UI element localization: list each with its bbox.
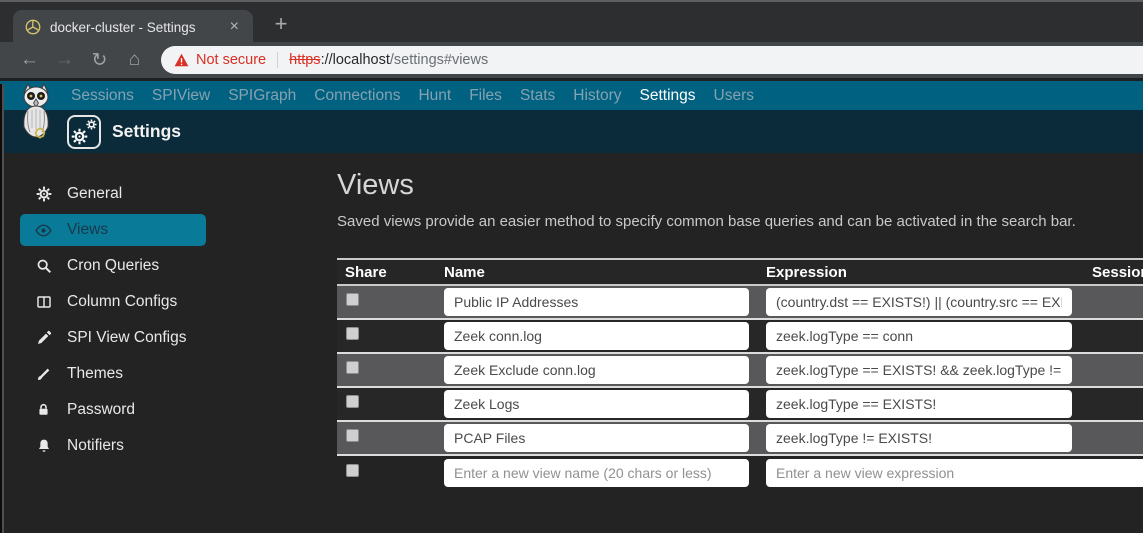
home-icon[interactable]: ⌂ bbox=[117, 49, 152, 71]
page-description: Saved views provide an easier method to … bbox=[337, 213, 1076, 230]
sidebar-label: Themes bbox=[67, 365, 123, 382]
nav-files[interactable]: Files bbox=[460, 87, 511, 105]
view-name-input[interactable] bbox=[444, 424, 749, 452]
warning-triangle-icon bbox=[174, 53, 189, 67]
sidebar-label: Password bbox=[67, 401, 136, 418]
not-secure-label: Not secure bbox=[196, 52, 267, 68]
view-expression-input[interactable] bbox=[766, 424, 1072, 452]
nav-settings[interactable]: Settings bbox=[631, 87, 705, 105]
sidebar-item-column-configs[interactable]: Column Configs bbox=[20, 286, 206, 318]
settings-gears-icon bbox=[67, 114, 101, 149]
tab-close-icon[interactable]: × bbox=[228, 18, 241, 36]
views-panel: Views Saved views provide an easier meth… bbox=[337, 156, 1143, 490]
lock-icon bbox=[35, 402, 52, 419]
window-border bbox=[0, 84, 4, 533]
tab-title: docker-cluster - Settings bbox=[50, 19, 196, 35]
sidebar-label: General bbox=[67, 185, 123, 202]
table-row bbox=[337, 320, 1143, 354]
eyedropper-icon bbox=[35, 330, 52, 347]
share-checkbox[interactable] bbox=[346, 464, 359, 477]
new-view-name-input[interactable] bbox=[444, 459, 749, 487]
share-checkbox[interactable] bbox=[346, 395, 359, 408]
col-sessions: Sessions bbox=[1092, 263, 1143, 281]
sidebar-item-spi-view-configs[interactable]: SPI View Configs bbox=[20, 322, 206, 354]
app-navbar: Sessions SPIView SPIGraph Connections Hu… bbox=[0, 81, 1143, 110]
view-name-input[interactable] bbox=[444, 390, 749, 418]
subheader-title: Settings bbox=[112, 121, 182, 141]
address-bar[interactable]: Not secure https://localhost/settings#vi… bbox=[161, 46, 1143, 74]
sidebar-label: Notifiers bbox=[67, 437, 124, 454]
url-scheme: https bbox=[289, 52, 321, 68]
sidebar-item-password[interactable]: Password bbox=[20, 394, 206, 426]
nav-users[interactable]: Users bbox=[705, 87, 763, 105]
view-name-input[interactable] bbox=[444, 288, 749, 316]
views-table-header: Share Name Expression Sessions bbox=[337, 258, 1143, 286]
share-checkbox[interactable] bbox=[346, 361, 359, 374]
url-host: ://localhost bbox=[320, 52, 390, 68]
eye-icon bbox=[35, 222, 52, 239]
col-share: Share bbox=[345, 263, 387, 281]
views-table: Share Name Expression Sessions bbox=[337, 258, 1143, 490]
sidebar-item-notifiers[interactable]: Notifiers bbox=[20, 430, 206, 462]
col-name: Name bbox=[444, 263, 485, 281]
nav-history[interactable]: History bbox=[564, 87, 630, 105]
back-icon[interactable]: ← bbox=[12, 49, 47, 71]
table-row bbox=[337, 286, 1143, 320]
sidebar-label: SPI View Configs bbox=[67, 329, 187, 346]
columns-icon bbox=[35, 294, 52, 311]
nav-spigraph[interactable]: SPIGraph bbox=[219, 87, 305, 105]
arkime-owl-logo[interactable] bbox=[15, 82, 57, 145]
view-expression-input[interactable] bbox=[766, 390, 1072, 418]
table-row bbox=[337, 354, 1143, 388]
sidebar-label: Column Configs bbox=[67, 293, 178, 310]
view-name-input[interactable] bbox=[444, 356, 749, 384]
new-view-expression-input[interactable] bbox=[766, 459, 1143, 487]
nav-sessions[interactable]: Sessions bbox=[62, 87, 143, 105]
bell-icon bbox=[35, 438, 52, 455]
forward-icon[interactable]: → bbox=[47, 49, 82, 71]
sidebar-item-cron-queries[interactable]: Cron Queries bbox=[20, 250, 206, 282]
sidebar-label: Views bbox=[67, 221, 109, 238]
browser-tab[interactable]: docker-cluster - Settings × bbox=[13, 10, 253, 44]
nav-hunt[interactable]: Hunt bbox=[409, 87, 460, 105]
nav-connections[interactable]: Connections bbox=[305, 87, 409, 105]
search-icon bbox=[35, 258, 52, 275]
share-checkbox[interactable] bbox=[346, 327, 359, 340]
page-subheader: Settings bbox=[0, 110, 1143, 153]
nav-spiview[interactable]: SPIView bbox=[143, 87, 219, 105]
sidebar-label: Cron Queries bbox=[67, 257, 160, 274]
col-expression: Expression bbox=[766, 263, 847, 281]
gear-icon bbox=[35, 186, 52, 203]
omnibox-divider bbox=[277, 52, 279, 68]
view-expression-input[interactable] bbox=[766, 356, 1072, 384]
brush-icon bbox=[35, 366, 52, 383]
new-tab-button[interactable]: + bbox=[266, 10, 296, 38]
settings-sidebar: General Views Cron Queries Column Config… bbox=[0, 156, 310, 466]
share-checkbox[interactable] bbox=[346, 429, 359, 442]
browser-toolbar: ← → ↻ ⌂ Not secure https://localhost/set… bbox=[0, 42, 1143, 81]
share-checkbox[interactable] bbox=[346, 293, 359, 306]
table-row bbox=[337, 388, 1143, 422]
sidebar-item-views[interactable]: Views bbox=[20, 214, 206, 246]
new-view-row bbox=[337, 456, 1143, 490]
table-row bbox=[337, 422, 1143, 456]
reload-icon[interactable]: ↻ bbox=[82, 49, 117, 72]
url-path: /settings#views bbox=[389, 52, 489, 68]
browser-tab-strip: docker-cluster - Settings × + bbox=[0, 0, 1143, 44]
view-expression-input[interactable] bbox=[766, 322, 1072, 350]
favicon-arkime-icon bbox=[25, 19, 41, 35]
sidebar-item-general[interactable]: General bbox=[20, 178, 206, 210]
nav-stats[interactable]: Stats bbox=[511, 87, 564, 105]
page-title: Views bbox=[337, 169, 414, 201]
view-name-input[interactable] bbox=[444, 322, 749, 350]
view-expression-input[interactable] bbox=[766, 288, 1072, 316]
sidebar-item-themes[interactable]: Themes bbox=[20, 358, 206, 390]
